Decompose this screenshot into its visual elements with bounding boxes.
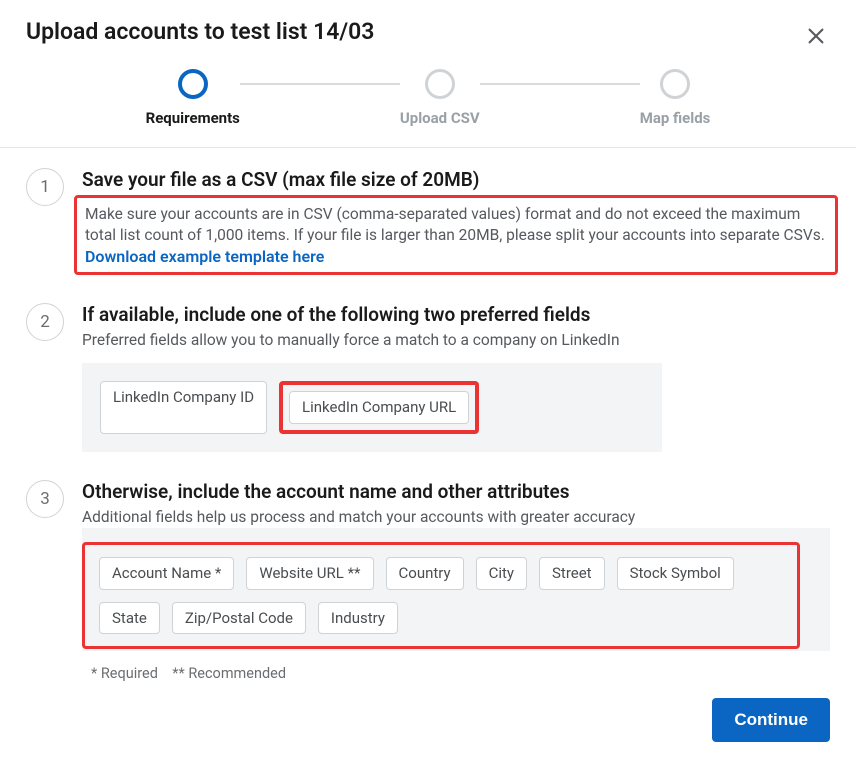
- step-description: Additional fields help us process and ma…: [82, 507, 830, 529]
- legend-text: * Required ** Recommended: [82, 665, 830, 682]
- requirement-step-3: 3 Otherwise, include the account name an…: [26, 480, 830, 682]
- field-chip-country: Country: [386, 557, 464, 590]
- step-title: If available, include one of the followi…: [82, 303, 830, 328]
- preferred-fields-area: LinkedIn Company ID LinkedIn Company URL: [82, 363, 662, 452]
- step-title: Save your file as a CSV (max file size o…: [82, 168, 830, 193]
- field-chip-city: City: [476, 557, 527, 590]
- step-circle-icon: [425, 69, 455, 99]
- highlight-box: LinkedIn Company URL: [279, 381, 479, 434]
- step-number-badge: 2: [26, 303, 64, 341]
- field-chip-street: Street: [539, 557, 605, 590]
- step-circle-icon: [178, 69, 208, 99]
- field-chip-industry: Industry: [318, 602, 398, 635]
- download-template-link[interactable]: Download example template here: [85, 247, 324, 266]
- field-chip-state: State: [99, 602, 160, 635]
- close-button[interactable]: [802, 22, 830, 50]
- field-chip-stock-symbol: Stock Symbol: [617, 557, 734, 590]
- step-connector: [480, 83, 640, 85]
- field-chip-account-name: Account Name *: [99, 557, 234, 590]
- step-map-fields[interactable]: Map fields: [640, 69, 711, 127]
- step-number-badge: 1: [26, 168, 64, 206]
- step-requirements[interactable]: Requirements: [146, 69, 240, 127]
- field-chip-zip-postal-code: Zip/Postal Code: [172, 602, 306, 635]
- step-circle-icon: [660, 69, 690, 99]
- field-chip-website-url: Website URL **: [246, 557, 373, 590]
- step-upload-csv[interactable]: Upload CSV: [400, 69, 480, 127]
- modal-title: Upload accounts to test list 14/03: [26, 18, 830, 45]
- close-icon: [805, 25, 827, 47]
- stepper: Requirements Upload CSV Map fields: [0, 69, 856, 127]
- step-title: Otherwise, include the account name and …: [82, 480, 830, 505]
- continue-button[interactable]: Continue: [712, 698, 830, 742]
- step-label: Map fields: [640, 109, 711, 127]
- step-label: Upload CSV: [400, 109, 480, 127]
- step-number-badge: 3: [26, 480, 64, 518]
- highlight-box: Account Name * Website URL ** Country Ci…: [82, 542, 800, 649]
- highlight-box: Make sure your accounts are in CSV (comm…: [74, 195, 838, 275]
- step-description: Make sure your accounts are in CSV (comm…: [85, 205, 825, 245]
- field-chip-linkedin-company-id: LinkedIn Company ID: [100, 381, 267, 434]
- requirement-step-1: 1 Save your file as a CSV (max file size…: [26, 168, 830, 275]
- step-description: Preferred fields allow you to manually f…: [82, 330, 830, 352]
- step-label: Requirements: [146, 109, 240, 127]
- step-connector: [240, 83, 400, 85]
- requirement-step-2: 2 If available, include one of the follo…: [26, 303, 830, 452]
- additional-fields-area: Account Name * Website URL ** Country Ci…: [82, 528, 830, 651]
- field-chip-linkedin-company-url: LinkedIn Company URL: [289, 391, 469, 424]
